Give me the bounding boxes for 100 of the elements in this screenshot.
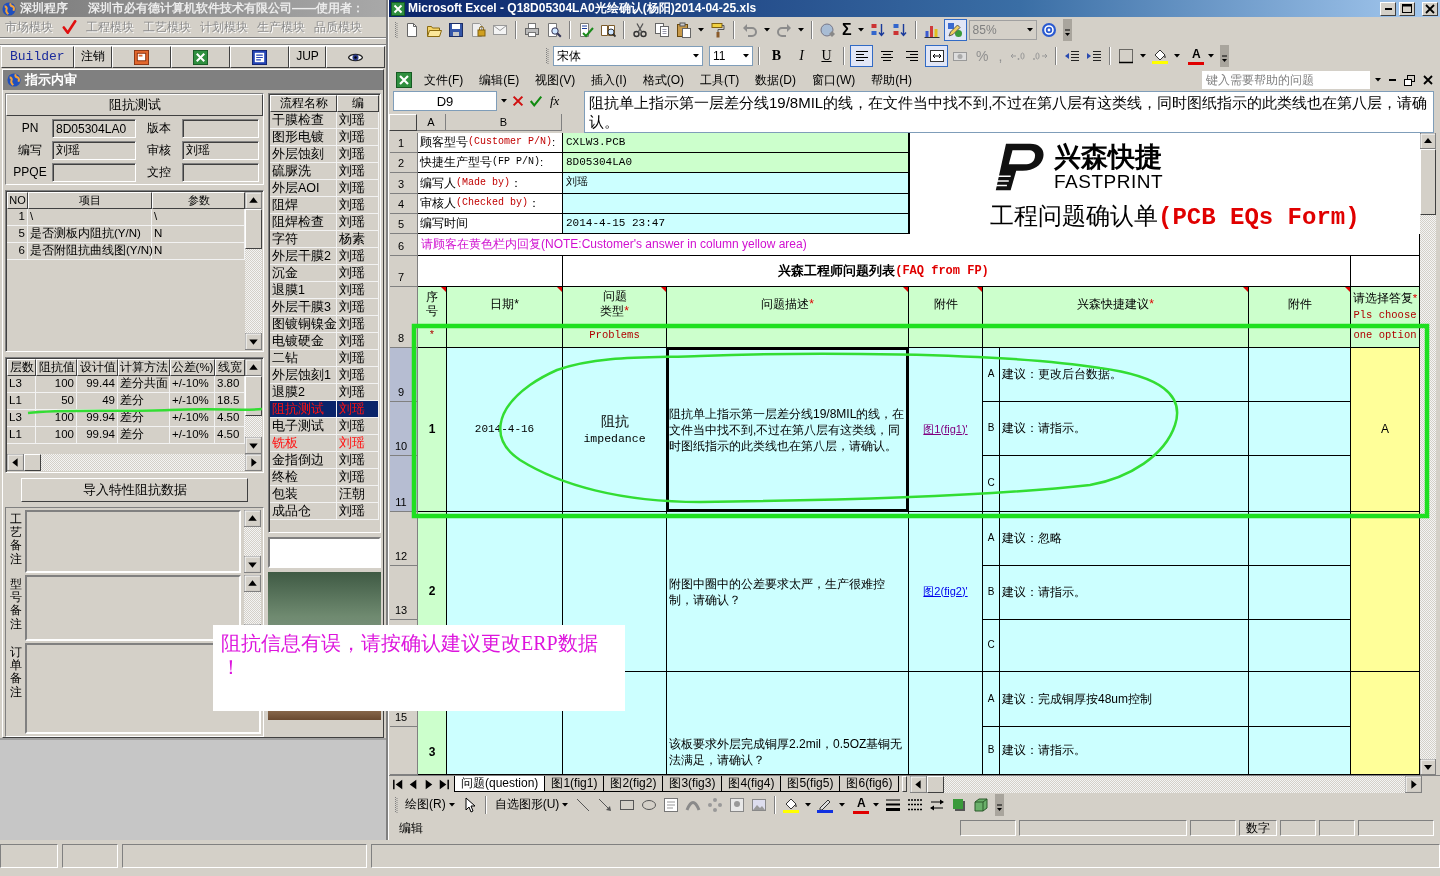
scroll-up-icon[interactable] [244, 575, 261, 592]
scroll-up-icon[interactable] [244, 510, 261, 527]
row-header[interactable]: 7 [390, 256, 418, 287]
menu-item[interactable]: 窗口(W) [805, 71, 863, 89]
column-header[interactable]: B [446, 114, 562, 131]
autoshapes-menu-button[interactable]: 自选图形(U) [491, 798, 572, 812]
list-cell[interactable]: 刘瑶 [337, 367, 379, 384]
vertical-scrollbar[interactable] [245, 192, 262, 350]
select-all-button[interactable] [389, 114, 417, 131]
font-size-field[interactable]: 11 [709, 46, 753, 66]
toolbar-options-icon[interactable] [995, 794, 1005, 816]
list-cell[interactable]: 刘瑶 [337, 299, 379, 316]
envelope-icon[interactable] [492, 22, 508, 38]
menu-item[interactable]: 编辑(E) [472, 71, 527, 89]
cross-icon[interactable] [511, 94, 525, 108]
dashed-lines-icon[interactable] [907, 797, 924, 813]
list-cell[interactable]: 干膜检查 [270, 112, 337, 129]
import-button[interactable]: 导入特性阻抗数据 [21, 478, 248, 502]
sort-descending-icon[interactable] [891, 22, 908, 38]
list-cell[interactable]: 二钻 [270, 350, 337, 367]
dropdown-arrow-icon[interactable] [805, 803, 812, 807]
line-icon[interactable] [575, 797, 592, 813]
book-magnifier-icon[interactable] [600, 22, 616, 38]
dropdown-arrow-icon[interactable] [1026, 28, 1033, 32]
font-name-field[interactable]: 宋体 [553, 46, 703, 66]
page-check-icon[interactable] [578, 22, 594, 38]
dropdown-arrow-icon[interactable] [1140, 54, 1147, 58]
underline-button[interactable]: U [815, 45, 838, 67]
list-cell[interactable]: 刘瑶 [337, 469, 379, 486]
borders-icon[interactable] [1118, 48, 1135, 64]
tab-split-handle[interactable] [902, 776, 908, 792]
list-cell[interactable]: 汪朝 [337, 486, 379, 503]
toolbar-button[interactable]: JUP [289, 46, 326, 68]
attachment-link[interactable]: 图1(fig1)' [923, 422, 968, 437]
scroll-down-icon[interactable] [1420, 759, 1436, 775]
row-header[interactable]: 13 [390, 566, 418, 620]
vertical-scrollbar[interactable] [1420, 133, 1436, 775]
close-button[interactable] [1422, 1, 1438, 16]
list-cell[interactable]: 刘瑶 [337, 401, 379, 418]
scroll-left-icon[interactable] [7, 454, 24, 471]
picture-frame-icon[interactable] [729, 797, 746, 813]
font-color-button[interactable]: A [853, 796, 870, 814]
list-cell[interactable]: 刘瑶 [337, 350, 379, 367]
oval-icon[interactable] [641, 797, 658, 813]
dropdown-arrow-icon[interactable] [798, 28, 804, 32]
toolbar-options-icon[interactable] [1062, 19, 1072, 41]
text-field[interactable] [182, 163, 259, 182]
dropdown-arrow-icon[interactable] [1174, 54, 1181, 58]
italic-button[interactable]: I [790, 45, 813, 67]
list-cell[interactable]: 外层干膜2 [270, 248, 337, 265]
list-cell[interactable]: 金指倒边 [270, 452, 337, 469]
list-cell[interactable]: 刘瑶 [337, 503, 379, 520]
dropdown-arrow-icon[interactable] [839, 803, 846, 807]
list-cell[interactable]: 刘瑶 [337, 163, 379, 180]
toolbar-grip-icon[interactable] [394, 20, 398, 40]
formula-field[interactable]: 阻抗单上指示第一层差分线19/8MIL的线，在文件当中找不到,不过在第八层有这类线，同时图纸指示的此类线也在第八层，请确认。 [584, 91, 1434, 133]
page-magnifier-icon[interactable] [546, 22, 562, 38]
vertical-scrollbar[interactable] [245, 359, 262, 454]
sort-ascending-icon[interactable] [869, 22, 886, 38]
list-cell[interactable]: 刘瑶 [337, 180, 379, 197]
draw-menu-button[interactable]: 绘图(R) [402, 798, 458, 812]
outdent-icon[interactable] [1064, 48, 1081, 64]
sheet-tab[interactable]: 图2(fig2) [603, 776, 664, 792]
list-cell[interactable]: 阻焊 [270, 197, 337, 214]
font-color-button[interactable]: A [1188, 47, 1205, 65]
toolbar-button[interactable] [325, 46, 386, 68]
bold-button[interactable]: B [765, 45, 788, 67]
list-cell[interactable]: 刘瑶 [337, 146, 379, 163]
horizontal-scrollbar[interactable] [910, 776, 1422, 793]
list-cell[interactable]: 终检 [270, 469, 337, 486]
dropdown-arrow-icon[interactable] [764, 28, 770, 32]
maximize-button[interactable] [1399, 1, 1415, 16]
vertical-scrollbar[interactable] [244, 510, 261, 573]
scroll-thumb[interactable] [245, 376, 262, 416]
row-header[interactable]: 4 [390, 194, 418, 214]
scroll-up-icon[interactable] [245, 359, 262, 376]
scroll-left-icon[interactable] [910, 776, 928, 793]
dropdown-arrow-icon[interactable] [873, 803, 880, 807]
row-header[interactable]: 12 [390, 512, 418, 566]
notes-field[interactable] [25, 510, 241, 573]
toolbar-button[interactable] [111, 46, 171, 68]
dropdown-arrow-icon[interactable] [698, 28, 704, 32]
dropdown-arrow-icon[interactable] [1208, 54, 1215, 58]
list-cell[interactable]: 硫脲洗 [270, 163, 337, 180]
rectangle-icon[interactable] [619, 797, 636, 813]
sheet-tab[interactable]: 问题(question) [454, 776, 546, 792]
horizontal-scrollbar[interactable] [7, 454, 262, 471]
text-field[interactable] [268, 537, 381, 568]
list-cell[interactable]: 外层AOI [270, 180, 337, 197]
copy-pages-icon[interactable] [654, 22, 670, 38]
list-cell[interactable]: 退膜1 [270, 282, 337, 299]
list-cell[interactable]: 刘瑶 [337, 316, 379, 333]
menu-item[interactable]: 视图(V) [528, 71, 583, 89]
printer-icon[interactable] [524, 22, 540, 38]
arrow-icon[interactable] [597, 797, 614, 813]
toolbar-grip-icon[interactable] [545, 46, 549, 66]
insert-function-button[interactable]: fx [547, 93, 563, 109]
text-field[interactable] [182, 119, 259, 138]
sheet-tab[interactable]: 图3(fig3) [662, 776, 723, 792]
toolbar-button[interactable]: 注销 [73, 46, 112, 68]
